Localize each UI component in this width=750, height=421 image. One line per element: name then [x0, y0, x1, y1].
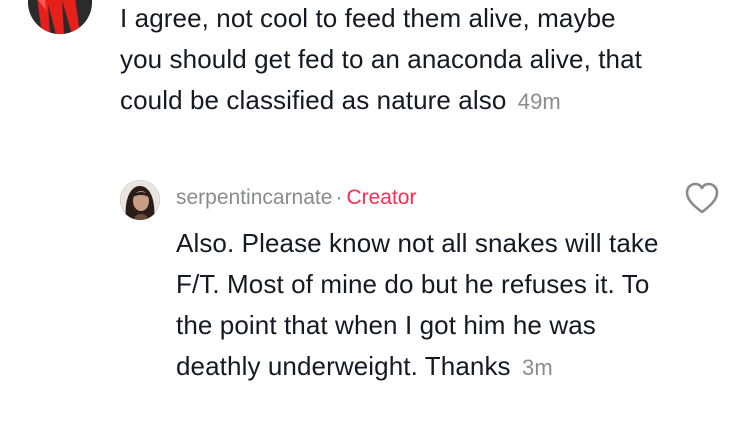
avatar-image — [120, 180, 160, 220]
reply-header: serpentincarnate · Creator — [176, 184, 416, 212]
parent-comment-timestamp: 49m — [517, 89, 561, 114]
reply-timestamp: 3m — [522, 355, 553, 380]
avatar-image — [28, 0, 92, 34]
reply-body: Also. Please know not all snakes will ta… — [176, 223, 676, 388]
reply-like-button[interactable] — [684, 181, 720, 215]
parent-commenter-avatar[interactable] — [28, 0, 92, 34]
reply-username[interactable]: serpentincarnate — [176, 186, 332, 209]
creator-badge: Creator — [346, 186, 417, 209]
parent-comment-like-icon[interactable] — [686, 0, 720, 6]
comment-thread: I agree, not cool to feed them alive, ma… — [0, 0, 750, 421]
separator-dot: · — [335, 186, 343, 209]
heart-outline-icon — [685, 182, 719, 214]
parent-comment-text: I agree, not cool to feed them alive, ma… — [120, 3, 642, 115]
reply-avatar[interactable] — [120, 180, 160, 220]
parent-comment-body: I agree, not cool to feed them alive, ma… — [120, 0, 660, 122]
reply-text: Also. Please know not all snakes will ta… — [176, 228, 659, 381]
